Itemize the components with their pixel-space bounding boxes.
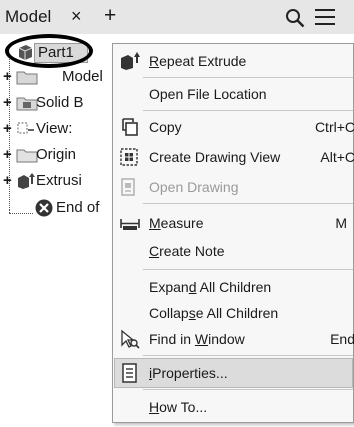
tree-item-label: View:	[36, 120, 73, 137]
menu-item-label-rest: ow To...	[159, 399, 208, 415]
tree-guide-line	[9, 213, 33, 214]
menu-item-label: Open Drawing	[149, 179, 239, 195]
browser-tab-bar: Model × +	[0, 0, 354, 35]
menu-item-label-rest: Properties...	[152, 365, 228, 381]
menu-item-label: Create Note	[149, 243, 225, 259]
tree-item-label: Origin	[36, 146, 77, 163]
copy-icon	[122, 118, 138, 136]
folder-icon	[16, 149, 38, 163]
menu-item-label: Expand All Children	[149, 279, 272, 295]
menu-separator	[143, 203, 353, 204]
tree-item-label: Solid B	[36, 94, 84, 111]
end-of-part-icon	[35, 199, 53, 217]
menu-separator	[143, 77, 353, 78]
hamburger-icon[interactable]	[315, 8, 335, 26]
menu-item-create-drawing-view[interactable]: Create Drawing View Alt+C	[113, 142, 354, 172]
menu-item-create-note[interactable]: Create Note	[113, 236, 354, 266]
menu-item-label-rest: reate Note	[159, 243, 225, 259]
menu-item-shortcut: M	[335, 215, 347, 231]
menu-item-copy[interactable]: Copy Ctrl+C	[113, 112, 354, 142]
menu-item-label-rest: e All Children	[195, 305, 279, 321]
menu-item-open-file-location[interactable]: Open File Location	[113, 79, 354, 109]
annotation-circle	[5, 34, 93, 68]
menu-item-shortcut: End	[330, 331, 354, 347]
menu-item-iproperties[interactable]: iProperties...	[113, 358, 354, 388]
tree-item-label: Model	[62, 68, 103, 85]
menu-item-label-rest: epeat Extrude	[159, 53, 247, 69]
menu-item-label-rest: All Children	[196, 279, 272, 295]
expand-icon[interactable]: +	[3, 95, 12, 110]
menu-item-how-to[interactable]: How To...	[113, 392, 354, 422]
search-icon[interactable]	[285, 8, 305, 28]
menu-separator	[143, 389, 353, 390]
tree-item-label: End of	[56, 199, 100, 216]
expand-icon[interactable]: +	[3, 147, 12, 162]
drawing-view-icon	[120, 148, 138, 166]
menu-item-label: Collapse All Children	[149, 305, 279, 321]
menu-item-label: Create Drawing View	[149, 149, 281, 165]
find-icon	[121, 329, 140, 349]
menu-item-shortcut: Ctrl+C	[314, 119, 354, 135]
menu-item-label: Measure	[149, 215, 204, 231]
iproperties-icon	[122, 363, 137, 383]
folder-icon	[16, 71, 38, 85]
solid-bodies-icon	[16, 97, 38, 111]
menu-separator	[143, 355, 353, 356]
open-drawing-icon	[121, 178, 135, 196]
tab-model[interactable]: Model	[5, 7, 51, 27]
menu-separator	[143, 269, 353, 270]
expand-icon[interactable]: +	[3, 69, 12, 84]
measure-icon	[120, 219, 140, 230]
add-tab-icon[interactable]: +	[104, 4, 116, 28]
tab-close-icon[interactable]: ×	[71, 6, 82, 27]
menu-item-measure[interactable]: Measure M	[113, 208, 354, 238]
menu-item-label: How To...	[149, 399, 208, 415]
menu-separator	[143, 110, 353, 111]
expand-icon[interactable]: +	[3, 173, 12, 188]
menu-item-label: Copy	[149, 119, 182, 135]
expand-icon[interactable]: +	[3, 121, 12, 136]
menu-item-open-drawing: Open Drawing	[113, 172, 354, 202]
tree-item-label: Extrusi	[36, 172, 82, 189]
menu-item-label: Open File Location	[149, 86, 267, 102]
menu-item-label-rest: easure	[160, 215, 204, 231]
menu-item-label: Find in Window	[149, 331, 245, 347]
menu-item-shortcut: Alt+C	[320, 149, 354, 165]
context-menu: Repeat Extrude Open File Location Copy C…	[112, 43, 354, 423]
tree-guide-line	[9, 210, 10, 213]
extrude-icon	[121, 52, 140, 70]
menu-item-repeat-extrude[interactable]: Repeat Extrude	[113, 46, 354, 76]
menu-item-label: Repeat Extrude	[149, 53, 247, 69]
view-icon	[17, 122, 34, 134]
extrusion-icon	[18, 173, 35, 189]
menu-item-label: iProperties...	[149, 365, 228, 381]
menu-item-label-rest: indow	[208, 331, 245, 347]
menu-item-find-in-window[interactable]: Find in Window End	[113, 324, 354, 354]
